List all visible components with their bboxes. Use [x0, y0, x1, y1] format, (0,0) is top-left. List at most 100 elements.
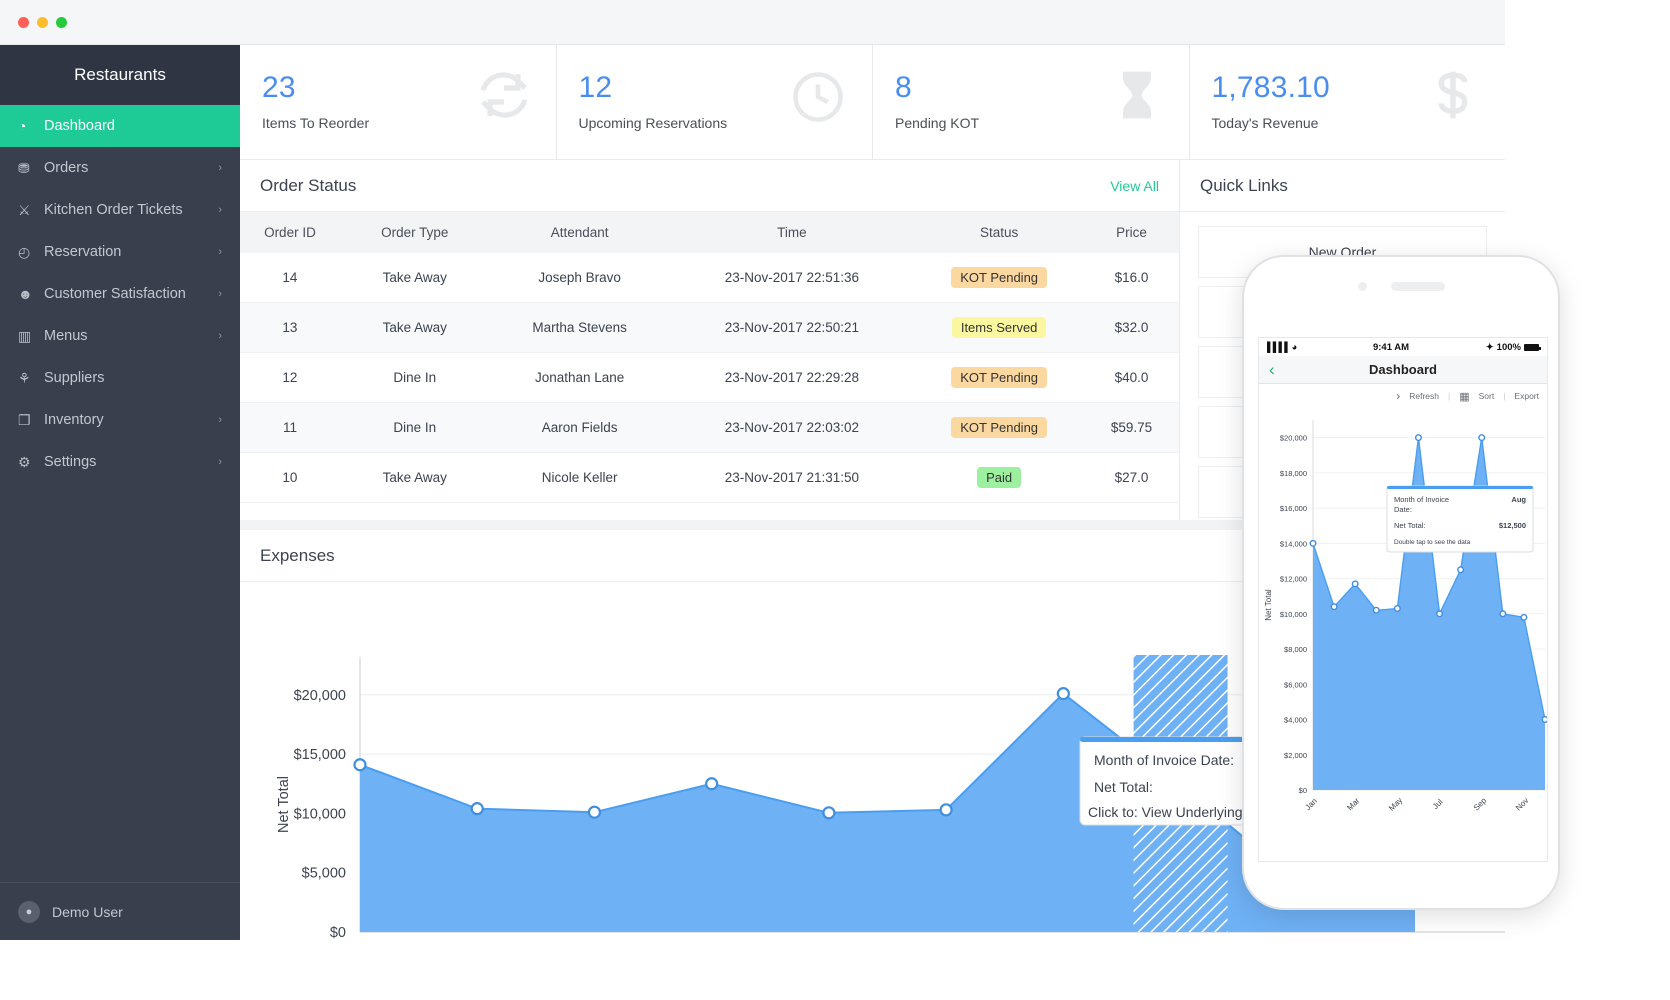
data-point[interactable] — [472, 803, 483, 814]
window-maximize-button[interactable] — [56, 17, 67, 28]
table-header-row: Order IDOrder TypeAttendantTimeStatusPri… — [240, 212, 1179, 253]
data-point[interactable] — [1458, 567, 1464, 573]
box-icon: ❐ — [18, 412, 44, 429]
data-point[interactable] — [1395, 606, 1401, 612]
table-row[interactable]: 10Take AwayNicole Keller23-Nov-2017 21:3… — [240, 453, 1179, 503]
sidebar-item-settings[interactable]: ⚙Settings› — [0, 441, 240, 483]
stat-card-0[interactable]: 23Items To Reorder — [240, 45, 557, 159]
data-point[interactable] — [1352, 581, 1358, 587]
y-axis-title: Net Total — [1264, 589, 1273, 621]
stat-card-3[interactable]: 1,783.10Today's Revenue — [1190, 45, 1506, 159]
table-row[interactable]: 14Take AwayJoseph Bravo23-Nov-2017 22:51… — [240, 253, 1179, 303]
x-axis-tick: Sep — [1472, 796, 1489, 813]
order-status-panel: Order Status View All Order IDOrder Type… — [240, 160, 1180, 520]
menu-card-icon: ▥ — [18, 328, 44, 345]
sidebar-item-dashboard[interactable]: ◔Dashboard — [0, 105, 240, 147]
data-point[interactable] — [1521, 615, 1527, 621]
cell-status: Items Served — [914, 303, 1084, 353]
phone-chart-svg[interactable]: $20,000$18,000$16,000$14,000$12,000$10,0… — [1259, 408, 1548, 858]
cell-status: KOT Pending — [914, 403, 1084, 453]
y-axis-tick: $20,000 — [1280, 434, 1307, 443]
bell-icon: ⛃ — [18, 160, 44, 177]
chevron-right-icon: › — [218, 288, 222, 300]
order-status-header: Order Status View All — [240, 160, 1179, 212]
cell-order-type: Dine In — [340, 353, 490, 403]
data-point[interactable] — [1500, 611, 1506, 617]
data-point[interactable] — [1437, 611, 1443, 617]
chart-icon[interactable]: ▦ — [1459, 390, 1469, 403]
stat-card-1[interactable]: 12Upcoming Reservations — [557, 45, 874, 159]
phone-camera-icon — [1358, 282, 1367, 291]
table-row[interactable]: 12Dine InJonathan Lane23-Nov-2017 22:29:… — [240, 353, 1179, 403]
ios-toolbar: ›Refresh|▦Sort|Export — [1259, 384, 1547, 408]
tooltip-month-value: Aug — [1511, 495, 1526, 504]
chevron-right-icon: › — [218, 330, 222, 342]
data-point[interactable] — [1331, 604, 1337, 610]
cell-order-id: 10 — [240, 453, 340, 503]
phone-chart-tooltip: Month of InvoiceDate:AugNet Total:$12,50… — [1387, 486, 1533, 552]
window-minimize-button[interactable] — [37, 17, 48, 28]
ios-toolbar-sort[interactable]: Sort — [1479, 391, 1495, 401]
y-axis-tick: $10,000 — [1280, 610, 1307, 619]
ios-toolbar-export[interactable]: Export — [1514, 391, 1539, 401]
tooltip-total-value: $12,500 — [1499, 521, 1526, 530]
cell-time: 23-Nov-2017 22:03:02 — [670, 403, 915, 453]
table-row[interactable]: 13Take AwayMartha Stevens23-Nov-2017 22:… — [240, 303, 1179, 353]
table-row[interactable]: 11Dine InAaron Fields23-Nov-2017 22:03:0… — [240, 403, 1179, 453]
data-point[interactable] — [1479, 435, 1485, 441]
data-point[interactable] — [1373, 607, 1379, 613]
data-point[interactable] — [941, 804, 952, 815]
order-status-table: Order IDOrder TypeAttendantTimeStatusPri… — [240, 212, 1179, 503]
sidebar: Restaurants ◔Dashboard⛃Orders›⚔Kitchen O… — [0, 45, 240, 940]
stat-card-2[interactable]: 8Pending KOT — [873, 45, 1190, 159]
data-point[interactable] — [706, 778, 717, 789]
column-header: Order ID — [240, 212, 340, 253]
column-header: Status — [914, 212, 1084, 253]
tooltip-total-label: Net Total: — [1394, 521, 1426, 530]
chevron-right-icon[interactable]: › — [1396, 389, 1400, 403]
sidebar-item-suppliers[interactable]: ⚘Suppliers — [0, 357, 240, 399]
view-all-link[interactable]: View All — [1110, 178, 1159, 194]
sidebar-item-inventory[interactable]: ❐Inventory› — [0, 399, 240, 441]
sidebar-item-customer-satisfaction[interactable]: ☻Customer Satisfaction› — [0, 273, 240, 315]
data-point[interactable] — [1058, 688, 1069, 699]
sidebar-item-label: Settings — [44, 454, 218, 470]
sidebar-item-orders[interactable]: ⛃Orders› — [0, 147, 240, 189]
x-axis-tick: May — [1387, 796, 1404, 813]
cell-price: $27.0 — [1084, 453, 1179, 503]
y-axis-tick: $0 — [330, 925, 346, 940]
data-point[interactable] — [1416, 435, 1422, 441]
chevron-right-icon: › — [218, 162, 222, 174]
dollar-icon — [1425, 67, 1481, 128]
phone-speaker-icon — [1391, 282, 1445, 291]
window-close-button[interactable] — [18, 17, 29, 28]
data-point[interactable] — [355, 759, 366, 770]
sidebar-user[interactable]: ● Demo User — [0, 882, 240, 940]
cell-time: 23-Nov-2017 22:29:28 — [670, 353, 915, 403]
sidebar-item-label: Menus — [44, 328, 218, 344]
ios-toolbar-refresh[interactable]: Refresh — [1409, 391, 1439, 401]
signal-icon: ▌▌▌▌ ◕ — [1267, 342, 1296, 353]
sidebar-item-kitchen-order-tickets[interactable]: ⚔Kitchen Order Tickets› — [0, 189, 240, 231]
x-axis-tick: Jan — [1303, 796, 1318, 811]
sidebar-user-label: Demo User — [52, 904, 123, 920]
sidebar-item-reservation[interactable]: ◴Reservation› — [0, 231, 240, 273]
sidebar-item-label: Kitchen Order Tickets — [44, 202, 218, 218]
y-axis-tick: $10,000 — [294, 806, 346, 822]
ios-status-bar: ▌▌▌▌ ◕ 9:41 AM ✦ 100% — [1259, 338, 1547, 356]
cell-time: 23-Nov-2017 22:51:36 — [670, 253, 915, 303]
sidebar-item-label: Customer Satisfaction — [44, 286, 218, 302]
data-point[interactable] — [1310, 541, 1316, 547]
data-point[interactable] — [589, 807, 600, 818]
y-axis-tick: $6,000 — [1284, 680, 1307, 689]
data-point[interactable] — [823, 807, 834, 818]
status-badge: KOT Pending — [951, 367, 1047, 388]
cell-attendant: Joseph Bravo — [490, 253, 670, 303]
sidebar-item-menus[interactable]: ▥Menus› — [0, 315, 240, 357]
sidebar-brand: Restaurants — [0, 45, 240, 105]
data-point[interactable] — [1542, 717, 1548, 723]
chevron-left-icon[interactable]: ‹ — [1269, 360, 1275, 380]
cell-price: $32.0 — [1084, 303, 1179, 353]
column-header: Order Type — [340, 212, 490, 253]
separator: | — [1448, 391, 1450, 401]
